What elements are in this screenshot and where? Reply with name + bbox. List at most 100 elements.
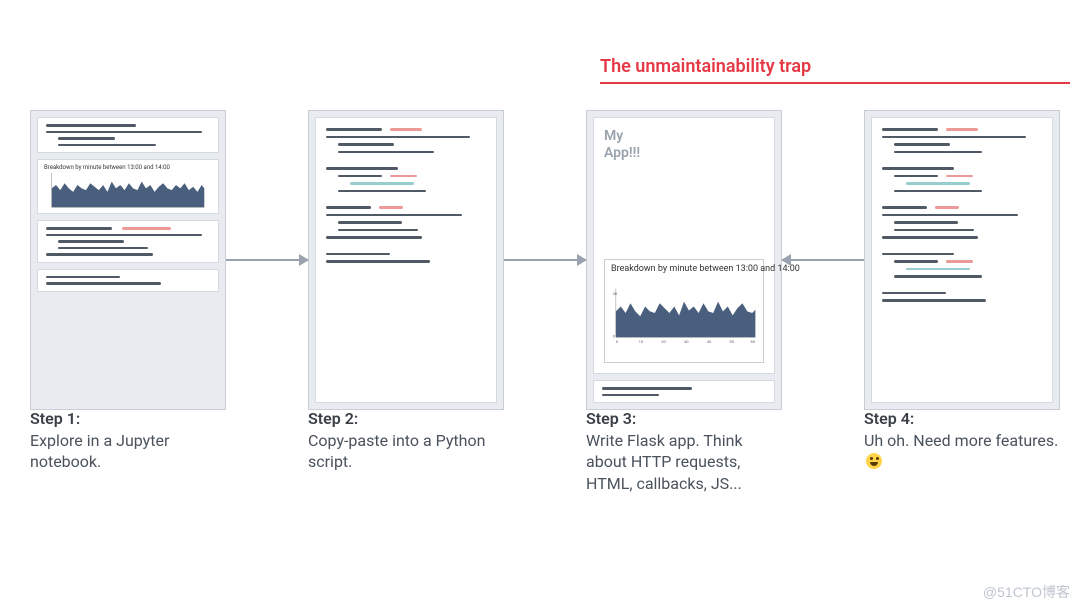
arrow-icon	[504, 259, 586, 261]
svg-text:50: 50	[729, 339, 734, 344]
code-line	[326, 167, 398, 170]
code-line	[882, 214, 1018, 217]
code-line	[882, 299, 986, 302]
caption-step-4: Step 4: Uh oh. Need more features.	[864, 408, 1060, 494]
caption-step-1: Step 1: Explore in a Jupyter notebook.	[30, 408, 226, 494]
code-cell	[593, 380, 775, 403]
code-line	[882, 128, 938, 131]
flask-app-browser: My App!!! Breakdown by minute between 13…	[593, 117, 775, 374]
code-line	[326, 128, 382, 131]
code-line	[326, 206, 371, 209]
script-file	[315, 117, 497, 403]
code-line	[338, 151, 434, 154]
step-text: Write Flask app. Think about HTTP reques…	[586, 431, 743, 493]
svg-text:10: 10	[639, 339, 644, 344]
code-line	[122, 227, 171, 230]
panel-step-3: My App!!! Breakdown by minute between 13…	[586, 110, 782, 410]
code-line	[326, 236, 422, 239]
svg-text:0: 0	[613, 333, 616, 338]
code-line	[58, 240, 124, 243]
code-line	[906, 182, 970, 185]
script-file	[871, 117, 1053, 403]
code-line	[602, 387, 692, 390]
code-line	[350, 182, 414, 185]
app-title-line: App!!!	[604, 145, 640, 161]
code-line	[894, 175, 938, 178]
code-line	[882, 253, 954, 256]
code-line	[946, 128, 978, 131]
area-chart-icon	[44, 173, 212, 209]
notebook-chart: Breakdown by minute between 13:00 and 14…	[37, 159, 219, 214]
code-line	[46, 234, 202, 237]
code-line	[894, 229, 974, 232]
trap-underline	[600, 82, 1070, 84]
area-chart-icon: 30 0 0 10 20 30 40 50 60	[611, 276, 757, 358]
svg-text:60: 60	[751, 339, 756, 344]
code-line	[935, 206, 959, 209]
code-line	[46, 227, 112, 230]
panel-step-2	[308, 110, 504, 410]
step-text: Copy-paste into a Python script.	[308, 431, 485, 472]
code-line	[906, 268, 970, 271]
code-line	[338, 175, 382, 178]
arrow-icon	[782, 259, 864, 261]
watermark: @51CTO博客	[983, 582, 1070, 602]
code-line	[894, 143, 950, 146]
panel-step-1: Breakdown by minute between 13:00 and 14…	[30, 110, 226, 410]
code-line	[882, 236, 978, 239]
app-title: My App!!!	[604, 128, 764, 162]
code-line	[46, 253, 153, 256]
code-line	[58, 247, 148, 250]
code-line	[46, 131, 202, 134]
code-line	[326, 253, 390, 256]
code-line	[338, 221, 402, 224]
svg-text:30: 30	[684, 339, 689, 344]
code-line	[338, 143, 394, 146]
step-label: Step 3:	[586, 409, 636, 428]
step-label: Step 2:	[308, 409, 358, 428]
code-line	[946, 260, 973, 263]
step-text: Uh oh. Need more features.	[864, 431, 1058, 450]
step-text: Explore in a Jupyter notebook.	[30, 431, 169, 472]
arrow-icon	[226, 259, 308, 261]
code-line	[379, 206, 403, 209]
trap-heading: The unmaintainability trap	[600, 56, 811, 77]
code-line	[326, 260, 430, 263]
grimace-emoji-icon	[866, 453, 882, 469]
caption-step-2: Step 2: Copy-paste into a Python script.	[308, 408, 504, 494]
app-chart: Breakdown by minute between 13:00 and 14…	[604, 259, 764, 363]
panel-step-4	[864, 110, 1060, 410]
code-line	[894, 151, 982, 154]
step-label: Step 1:	[30, 409, 80, 428]
code-line	[46, 124, 136, 127]
panels-row: Breakdown by minute between 13:00 and 14…	[30, 100, 1060, 420]
code-line	[882, 167, 954, 170]
app-title-line: My	[604, 128, 623, 144]
code-line	[882, 292, 946, 295]
caption-step-3: Step 3: Write Flask app. Think about HTT…	[586, 408, 782, 494]
code-line	[58, 144, 156, 147]
code-line	[58, 137, 115, 140]
code-line	[46, 282, 161, 285]
code-line	[326, 214, 462, 217]
code-line	[894, 190, 982, 193]
code-line	[46, 276, 120, 279]
svg-text:30: 30	[613, 291, 618, 296]
code-line	[390, 175, 417, 178]
chart-title: Breakdown by minute between 13:00 and 14…	[611, 264, 757, 274]
code-line	[338, 190, 426, 193]
notebook-cell	[37, 117, 219, 153]
code-line	[946, 175, 973, 178]
svg-text:20: 20	[661, 339, 666, 344]
code-line	[390, 128, 422, 131]
svg-text:0: 0	[616, 339, 619, 344]
captions-row: Step 1: Explore in a Jupyter notebook. S…	[30, 408, 1060, 494]
svg-text:40: 40	[707, 339, 712, 344]
code-line	[882, 136, 1026, 139]
code-line	[882, 206, 927, 209]
notebook-cell	[37, 269, 219, 292]
step-label: Step 4:	[864, 409, 914, 428]
code-line	[602, 394, 659, 397]
code-line	[326, 136, 470, 139]
code-line	[894, 275, 982, 278]
